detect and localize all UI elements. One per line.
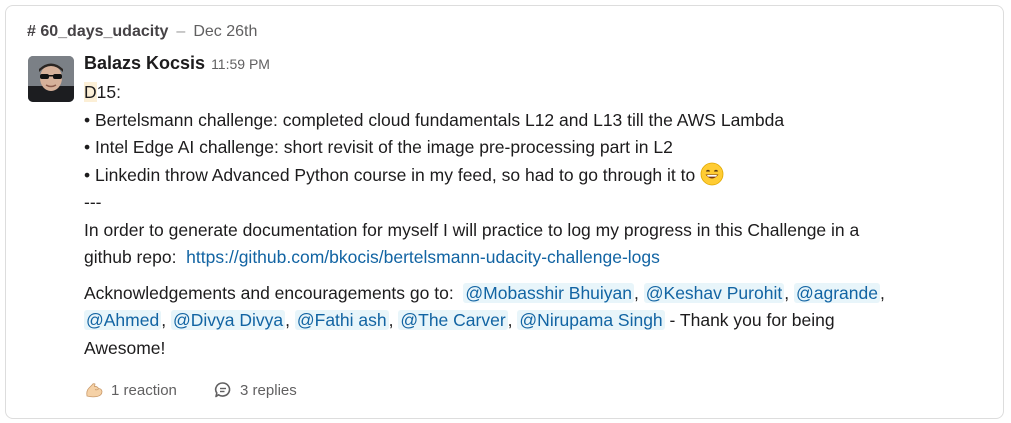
message: Balazs Kocsis 11:59 PM D15: • Bertelsmann…: [84, 53, 984, 362]
paragraph-line-2: github repo: https://github.com/bkocis/b…: [84, 244, 984, 272]
mention-keshav[interactable]: @Keshav Purohit: [643, 282, 785, 303]
mention-mobasshir[interactable]: @Mobasshir Bhuiyan: [463, 282, 635, 303]
reaction-button[interactable]: 1 reaction: [84, 380, 177, 400]
comma: ,: [388, 310, 394, 330]
message-body: D15: • Bertelsmann challenge: completed …: [84, 79, 984, 362]
day-line: D15:: [84, 79, 984, 107]
message-footer: 1 reaction 3 replies: [84, 380, 329, 404]
replies-button[interactable]: 3 replies: [213, 380, 297, 400]
ack-prefix: Acknowledgements and encouragements go t…: [84, 282, 454, 303]
ack-line-1: Acknowledgements and encouragements go t…: [84, 280, 984, 308]
mention-agrande[interactable]: @agrande: [793, 282, 880, 303]
bullet-3: • Linkedin throw Advanced Python course …: [84, 162, 984, 190]
github-repo-link[interactable]: https://github.com/bkocis/bertelsmann-ud…: [186, 247, 660, 267]
flexed-biceps-icon: [84, 380, 104, 400]
mention-fathi[interactable]: @Fathi ash: [294, 310, 389, 330]
reaction-count: 1 reaction: [111, 381, 177, 399]
comma: ,: [784, 282, 790, 303]
avatar-image: [28, 56, 74, 102]
highlighted-letter: D: [84, 82, 97, 102]
message-card: # 60_days_udacity – Dec 26th Balazs Kocsis…: [5, 5, 1004, 419]
repo-prefix: github repo:: [84, 247, 177, 267]
ack-line-2: @Ahmed, @Divya Divya, @Fathi ash, @The C…: [84, 307, 984, 335]
smile-emoji-icon: [700, 162, 724, 185]
thread-date: Dec 26th: [193, 23, 258, 40]
thanks-text: - Thank you for being: [669, 310, 835, 330]
reply-count: 3 replies: [240, 381, 297, 399]
divider-text: ---: [84, 192, 102, 212]
avatar[interactable]: [28, 56, 74, 102]
author-name[interactable]: Balazs Kocsis: [84, 53, 205, 73]
comma: ,: [879, 282, 885, 303]
day-suffix: 15:: [96, 82, 121, 102]
bullet-1: • Bertelsmann challenge: completed cloud…: [84, 109, 785, 130]
mention-divya[interactable]: @Divya Divya: [170, 310, 286, 330]
bullet-2: • Intel Edge AI challenge: short revisit…: [84, 137, 673, 157]
message-time[interactable]: 11:59 PM: [211, 56, 270, 72]
comment-bubble-icon: [213, 380, 233, 400]
paragraph-line-1: In order to generate documentation for m…: [84, 219, 860, 240]
comma: ,: [634, 282, 639, 303]
mention-nirupama[interactable]: @Nirupama Singh: [517, 310, 665, 330]
thread-header: # 60_days_udacity – Dec 26th: [27, 23, 257, 41]
mention-the-carver[interactable]: @The Carver: [398, 310, 508, 330]
comma: ,: [507, 310, 513, 330]
message-header: Balazs Kocsis 11:59 PM: [84, 53, 984, 79]
mention-ahmed[interactable]: @Ahmed: [84, 310, 162, 330]
channel-name[interactable]: # 60_days_udacity: [27, 23, 168, 40]
bullet-3-text: • Linkedin throw Advanced Python course …: [84, 164, 696, 185]
header-separator: –: [176, 23, 186, 40]
comma: ,: [161, 310, 167, 330]
comma: ,: [285, 310, 290, 330]
thanks-end: Awesome!: [84, 337, 166, 358]
